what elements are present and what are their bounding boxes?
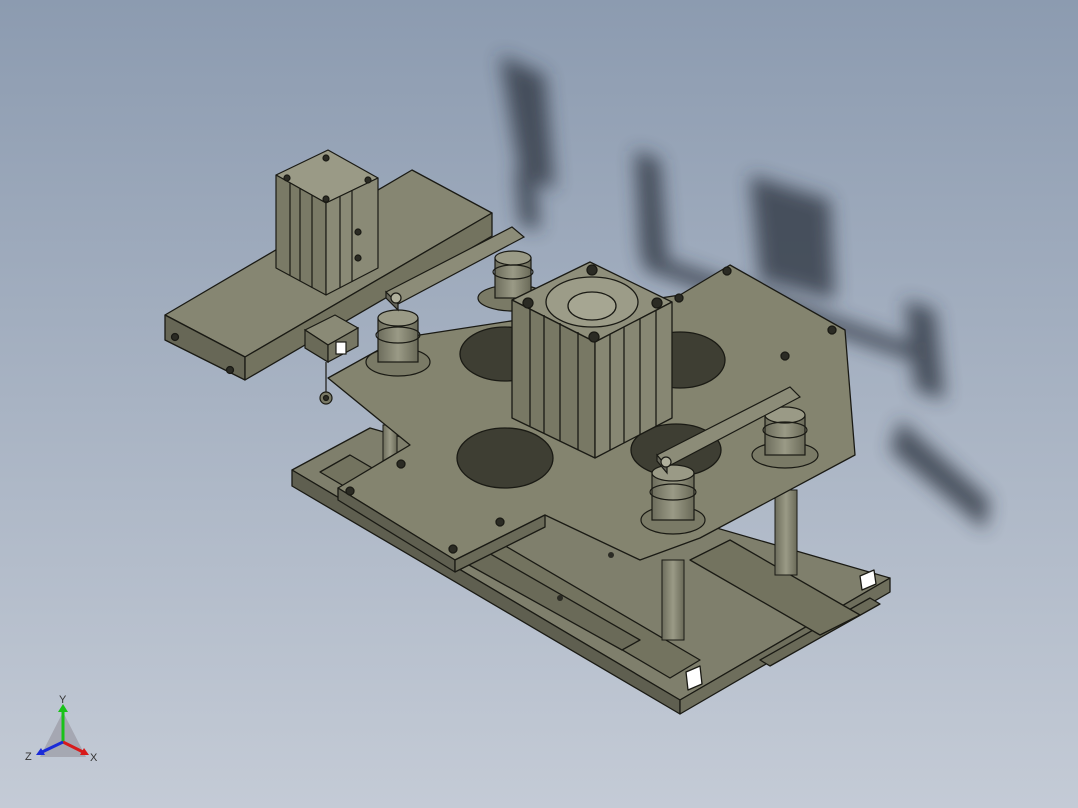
model-scene[interactable] [0,0,1078,808]
x-axis-label: X [90,752,98,764]
cad-viewport[interactable]: Y Z X [0,0,1078,808]
z-axis-label: Z [25,751,32,763]
axis-triad: Y Z X [25,694,98,764]
main-pneumatic-cylinder[interactable] [511,261,673,459]
y-axis-label: Y [59,694,67,706]
small-pneumatic-cylinder[interactable] [275,149,379,296]
